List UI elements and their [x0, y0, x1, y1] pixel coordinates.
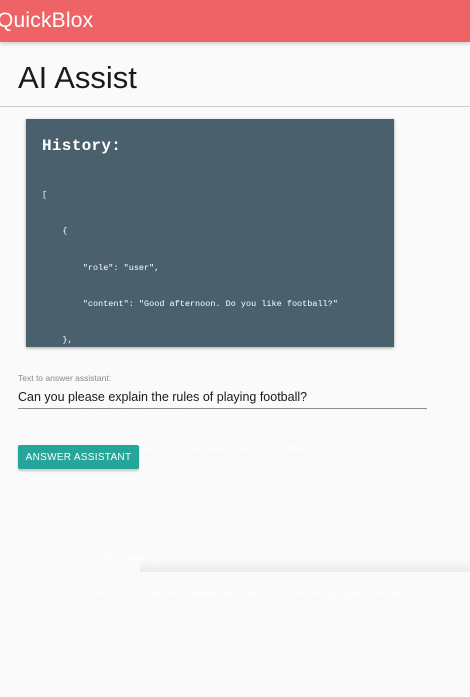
history-heading: History: [42, 137, 122, 155]
history-line: }, [42, 480, 73, 491]
answer-assistant-button[interactable]: ANSWER ASSISTANT [18, 445, 139, 469]
brand-logo-text[interactable]: QuickBlox [0, 8, 93, 34]
history-line: "content": "Good afternoon. Do you like … [42, 299, 338, 310]
history-line: { [42, 516, 68, 527]
top-app-bar: QuickBlox [0, 0, 470, 42]
history-json: [ { "role": "user", "content": "Good aft… [42, 165, 419, 697]
history-line: "role": "user", [42, 262, 160, 273]
history-line: [ [42, 190, 48, 201]
bottom-edge-shadow [140, 560, 470, 572]
title-divider [0, 106, 470, 107]
history-panel: History: [ { "role": "user", "content": … [26, 119, 419, 672]
history-line: { [42, 226, 68, 237]
history-line: "content": "Can you please explain the r… [42, 589, 420, 600]
answer-input[interactable] [18, 386, 427, 409]
page-title: AI Assist [18, 60, 137, 95]
history-line: }, [42, 335, 73, 346]
history-line: } [42, 625, 68, 636]
history-line: ] [42, 661, 48, 672]
answer-field-label: Text to answer assistant: [18, 373, 112, 383]
